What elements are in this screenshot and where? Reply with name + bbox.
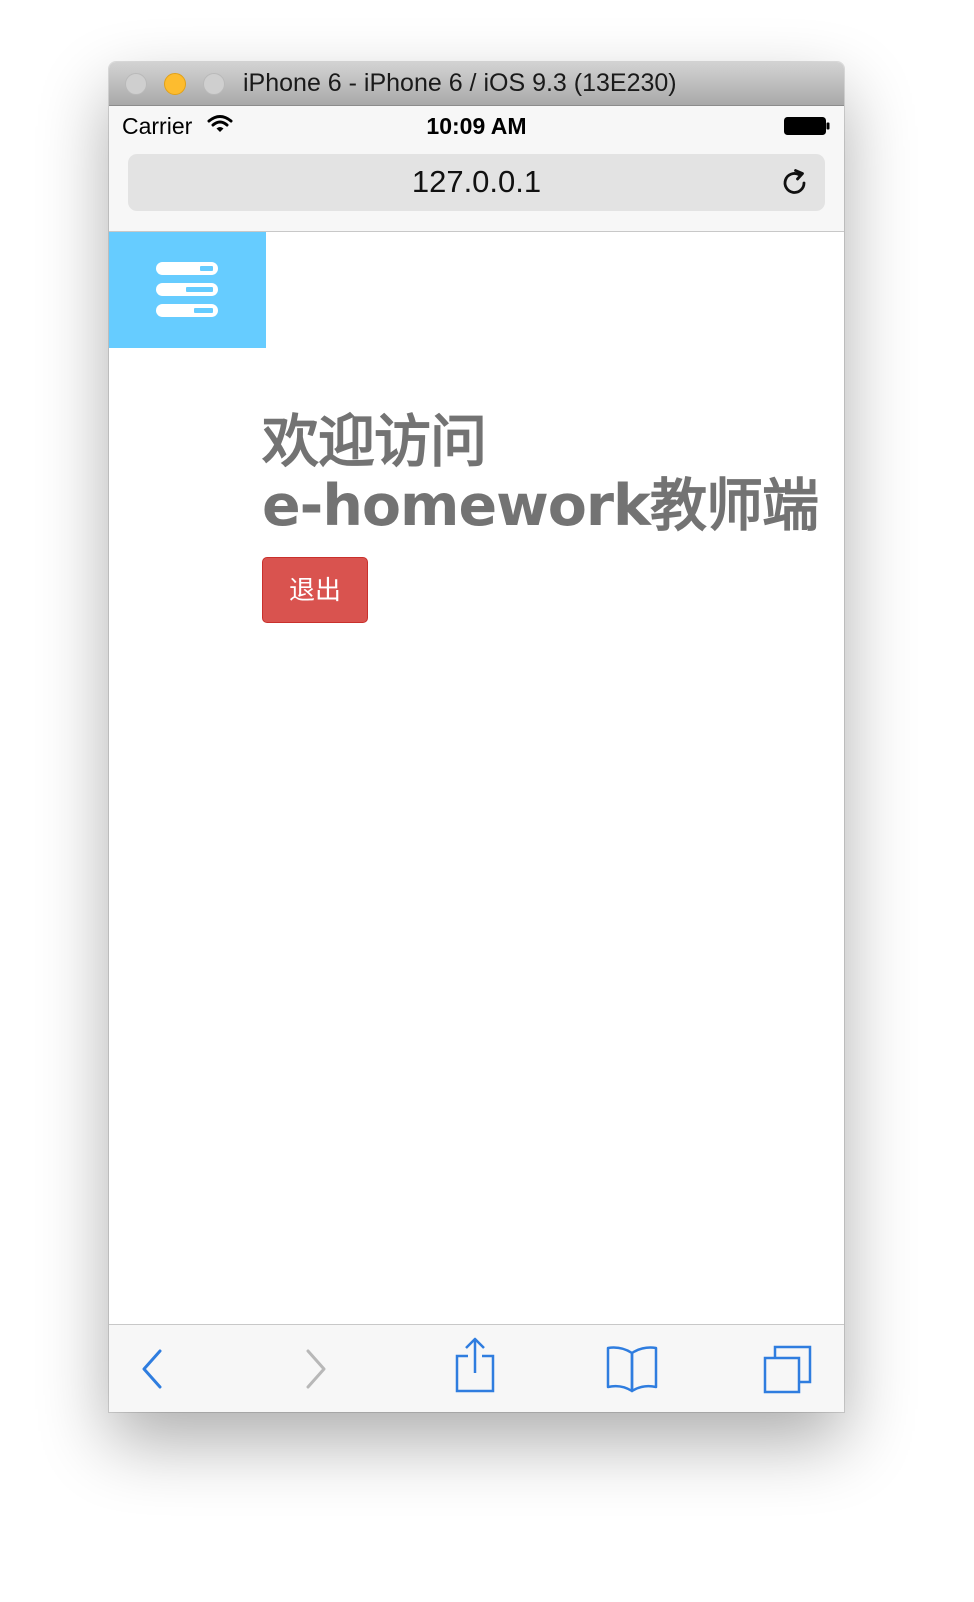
stage: iPhone 6 - iPhone 6 / iOS 9.3 (13E230) C…: [0, 0, 974, 1602]
battery-icon: [784, 117, 830, 135]
status-time: 10:09 AM: [426, 113, 527, 139]
window-titlebar: iPhone 6 - iPhone 6 / iOS 9.3 (13E230): [109, 62, 844, 106]
window-title: iPhone 6 - iPhone 6 / iOS 9.3 (13E230): [243, 69, 677, 97]
menu-toggle-button[interactable]: [109, 232, 266, 348]
welcome-heading: 欢迎访问 e-homework教师端: [262, 409, 819, 539]
zoom-window-button[interactable]: [203, 73, 225, 95]
close-window-button[interactable]: [125, 73, 147, 95]
bookmarks-icon: [606, 1346, 658, 1393]
minimize-window-button[interactable]: [164, 73, 186, 95]
url-field[interactable]: 127.0.0.1: [128, 154, 825, 211]
reload-icon[interactable]: [780, 168, 810, 198]
url-text: 127.0.0.1: [411, 164, 542, 199]
tabs-button[interactable]: [759, 1325, 813, 1412]
forward-icon: [306, 1349, 326, 1389]
welcome-line-1: 欢迎访问: [262, 409, 487, 475]
page-content: 欢迎访问 e-homework教师端 退出: [109, 232, 844, 1324]
back-button[interactable]: [127, 1325, 177, 1412]
ios-status-bar: Carrier 10:09 AM: [109, 106, 844, 146]
share-icon: [455, 1337, 495, 1393]
safari-address-bar: 127.0.0.1: [109, 146, 844, 232]
simulator-window: iPhone 6 - iPhone 6 / iOS 9.3 (13E230) C…: [109, 62, 844, 1412]
share-button[interactable]: [449, 1325, 501, 1412]
tabs-icon: [763, 1345, 812, 1394]
logout-button[interactable]: 退出: [262, 557, 368, 623]
forward-button[interactable]: [291, 1325, 341, 1412]
server-stack-icon: [156, 262, 218, 317]
bookmarks-button[interactable]: [604, 1325, 660, 1412]
safari-toolbar: [109, 1324, 844, 1412]
welcome-line-2: e-homework教师端: [262, 473, 819, 539]
back-icon: [142, 1349, 162, 1389]
